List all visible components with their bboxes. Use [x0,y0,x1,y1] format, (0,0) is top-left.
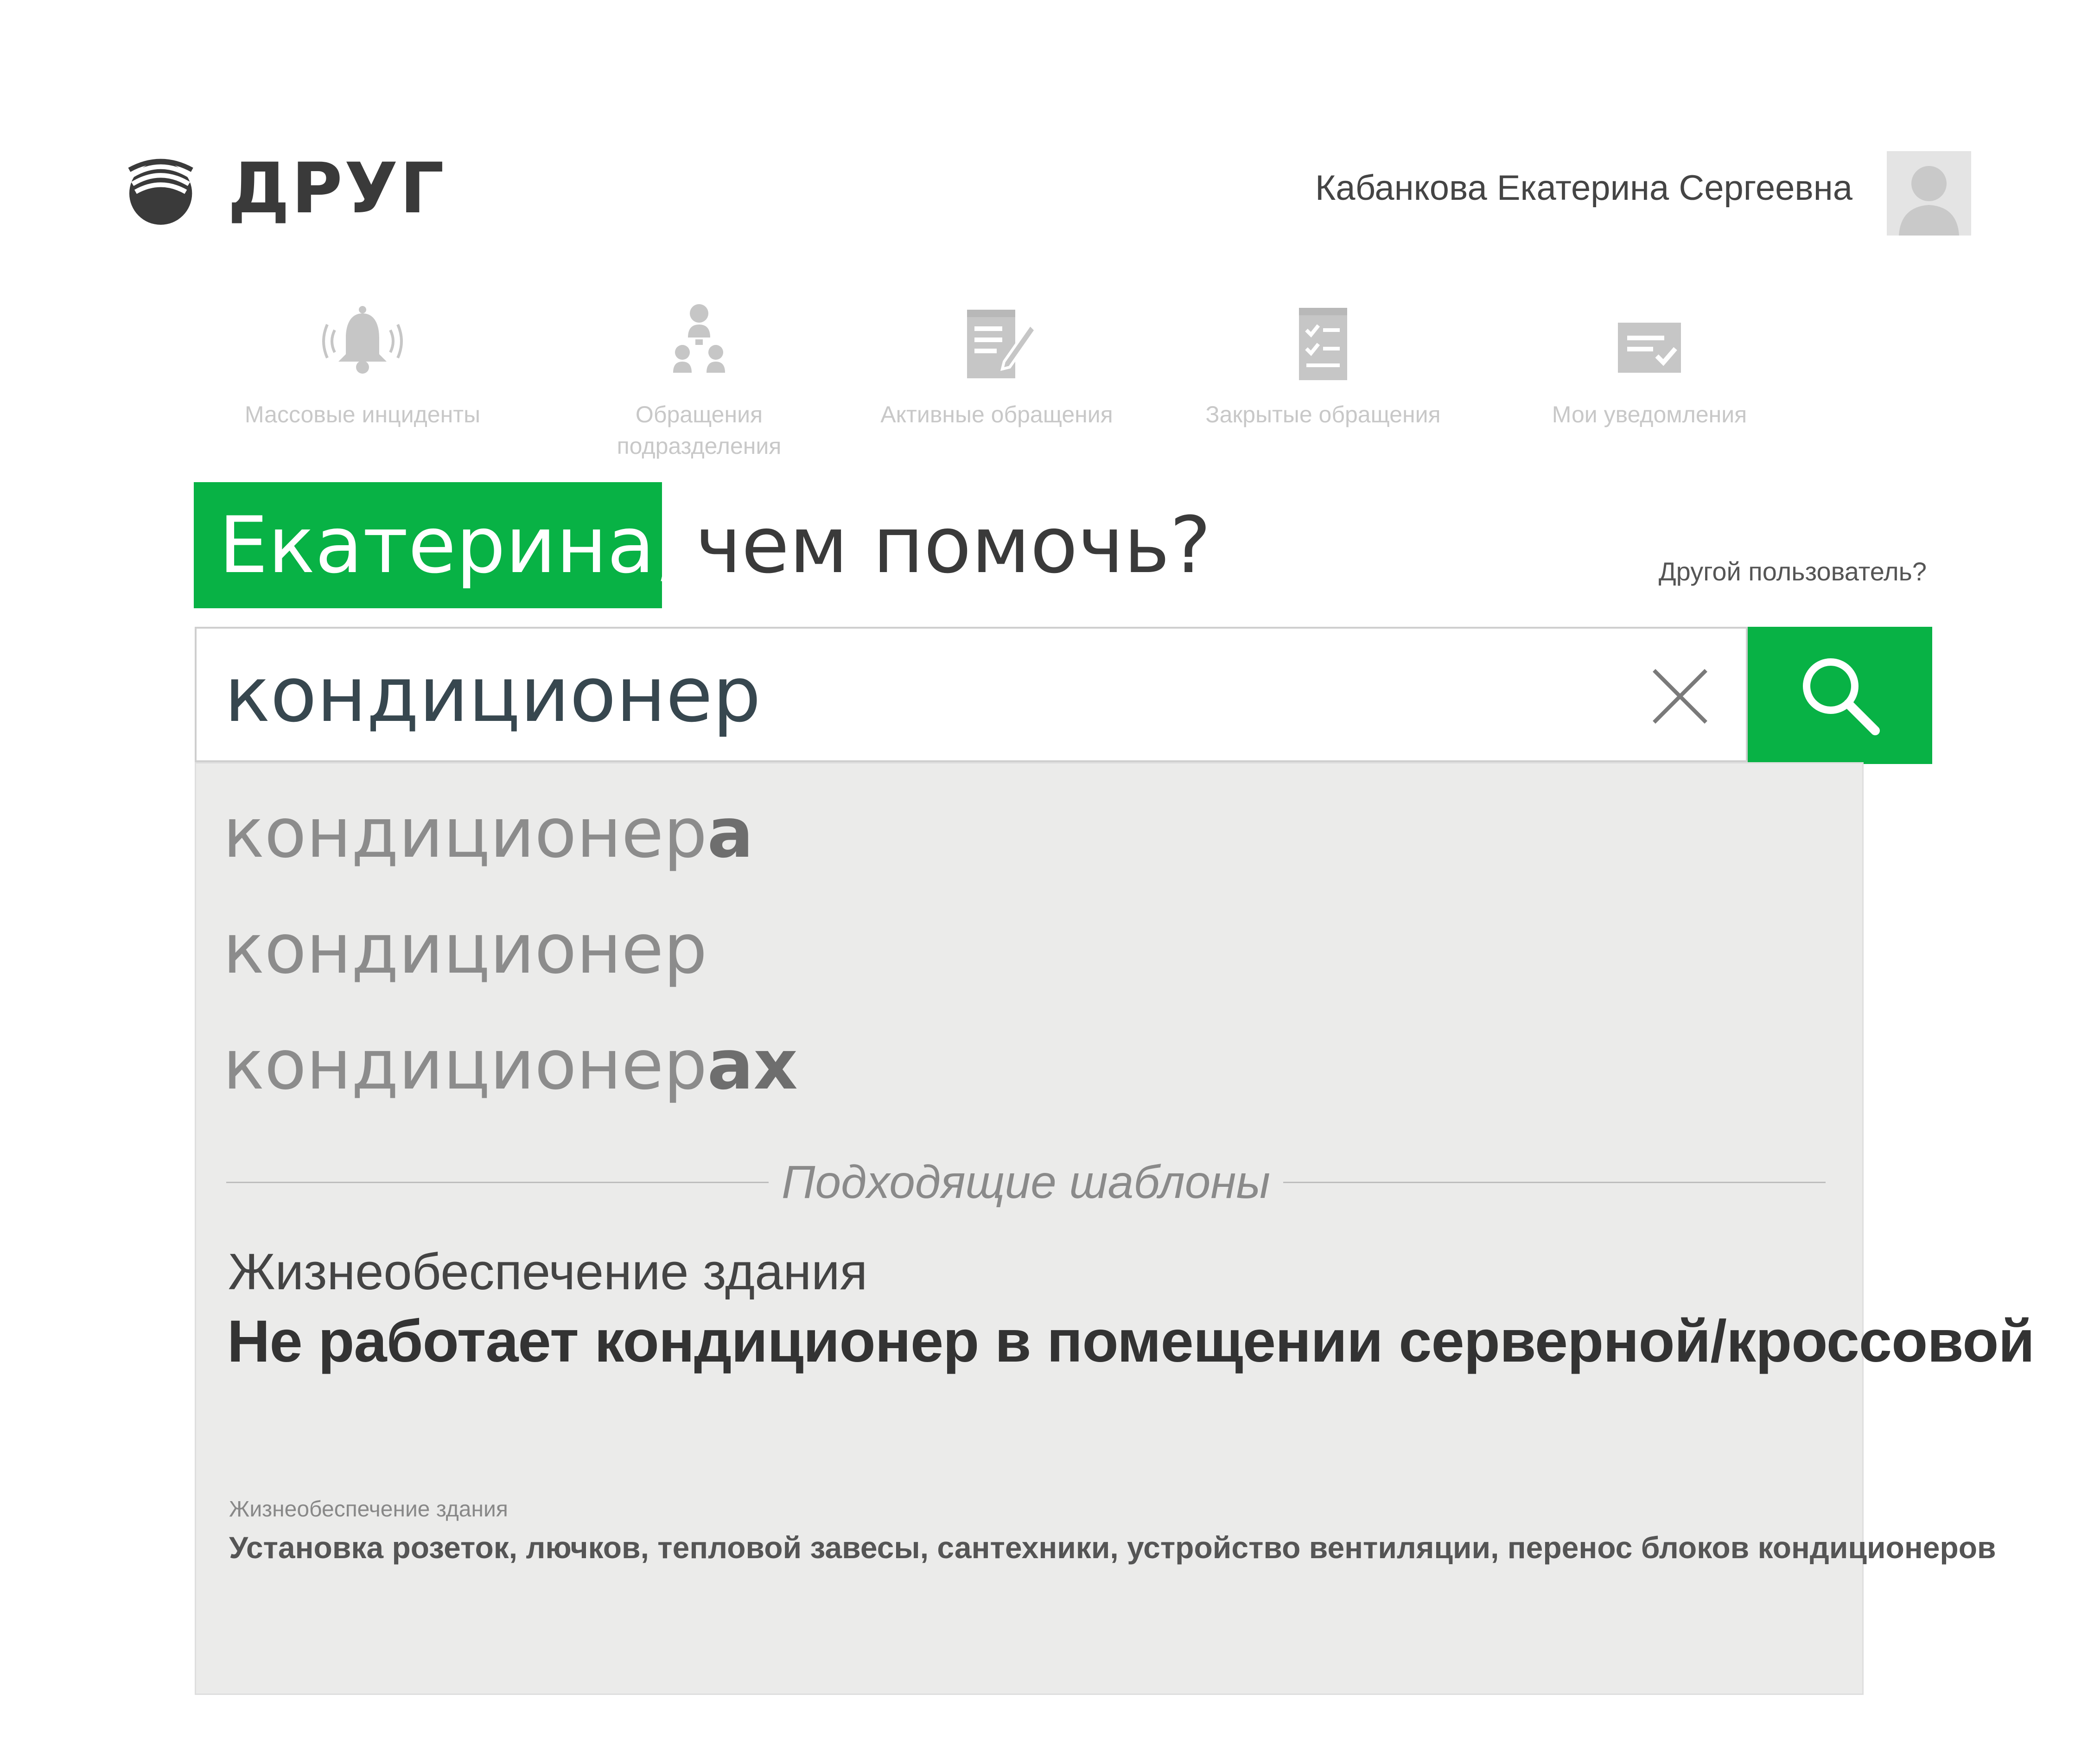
checklist-icon [1299,308,1347,380]
divider-line [226,1181,769,1183]
nav-label: Закрытые обращения [1205,401,1441,427]
suggestion-base: кондиционер [223,793,707,873]
nav-item-closed-requests[interactable]: Закрытые обращения [1193,297,1453,430]
greeting-question: чем помочь? [695,500,1211,591]
nav-item-active-requests[interactable]: Активные обращения [867,297,1127,430]
suggestion-base: кондиционер [223,909,707,989]
other-user-link[interactable]: Другой пользователь? [1659,556,1927,586]
suggestion-suffix: ах [707,1025,798,1105]
search-icon [1803,658,1880,735]
nav-label: Активные обращения [880,401,1113,427]
edit-document-icon [967,310,1038,378]
nav-item-my-notifications[interactable]: Мои уведомления [1520,297,1779,430]
nav-item-department-requests[interactable]: Обращения подразделения [569,297,829,462]
people-group-icon [673,304,725,373]
suggestion-item[interactable]: кондиционер [223,903,707,995]
greeting-name: Екатерина, [194,482,680,608]
template-title[interactable]: Установка розеток, лючков, тепловой заве… [229,1530,1996,1565]
templates-title: Подходящие шаблоны [782,1156,1270,1208]
suggestion-base: кондиционер [223,1025,707,1105]
user-name[interactable]: Кабанкова Екатерина Сергеевна [1315,168,1852,208]
clear-icon[interactable] [1648,664,1712,729]
nav-label: Массовые инциденты [244,401,481,427]
app-logo[interactable]: ДРУГ [121,145,446,233]
search-box [195,627,1748,762]
nav-item-mass-incidents[interactable]: Массовые инциденты [233,297,492,430]
templates-divider: Подходящие шаблоны [226,1145,1826,1219]
notification-check-icon [1618,323,1681,373]
divider-line [1283,1181,1826,1183]
avatar-placeholder-icon [1887,151,1971,236]
nav-label: Мои уведомления [1552,401,1747,427]
template-category: Жизнеобеспечение здания [229,1497,508,1522]
search-input[interactable] [224,629,1638,760]
suggestion-item[interactable]: кондиционера [223,787,753,879]
template-category: Жизнеобеспечение здания [228,1243,868,1300]
bell-alarm-icon [322,306,403,374]
search-button[interactable] [1748,627,1932,764]
suggestion-item[interactable]: кондиционерах [223,1019,798,1111]
template-title[interactable]: Не работает кондиционер в помещении серв… [227,1307,2035,1376]
logo-mark-icon [128,159,193,225]
nav-label: Обращения подразделения [617,401,782,459]
suggestion-suffix: а [707,793,754,873]
logo-text: ДРУГ [228,148,446,229]
avatar[interactable] [1887,151,1971,236]
